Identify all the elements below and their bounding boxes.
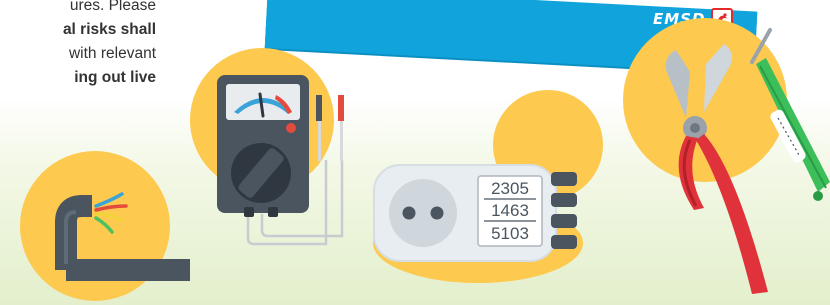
tester-reading-2: 1463 — [491, 201, 529, 220]
socket-tester-icon — [373, 164, 577, 262]
tester-reading-3: 5103 — [491, 224, 529, 243]
tools-illustration: 2305 1463 5103 — [20, 18, 830, 301]
tester-reading-1: 2305 — [491, 179, 529, 198]
